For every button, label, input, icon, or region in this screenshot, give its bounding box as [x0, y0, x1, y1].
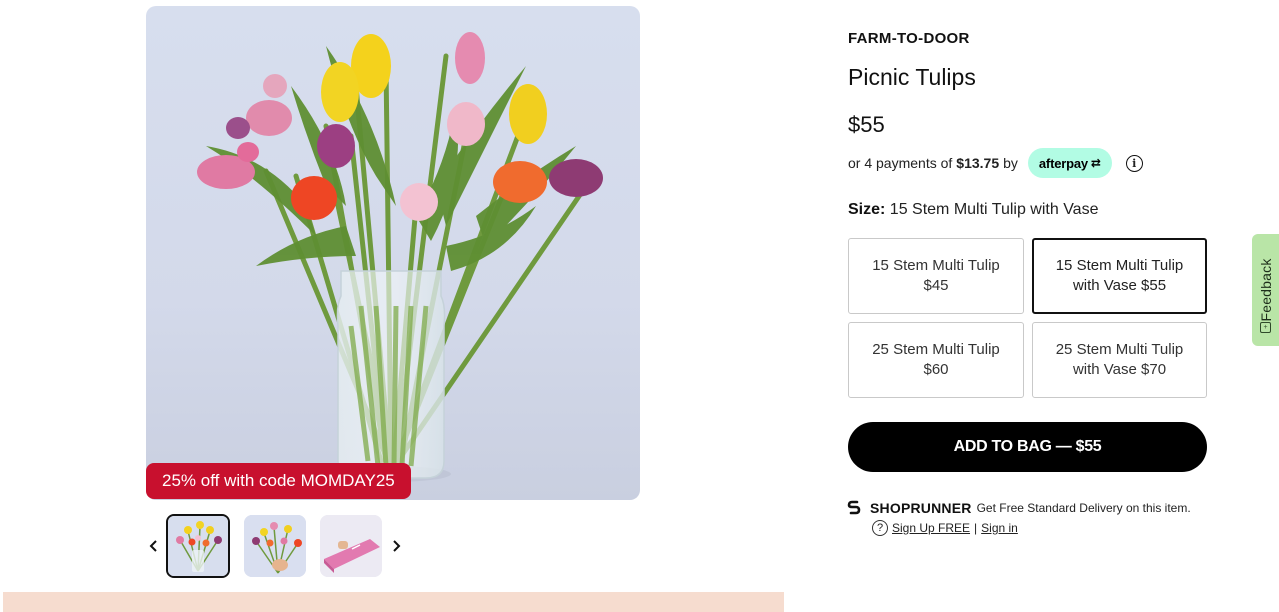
product-title: Picnic Tulips	[848, 64, 976, 90]
thumbnail-gift-box[interactable]	[320, 515, 382, 577]
shoprunner-brand: SHOPRUNNER	[870, 500, 972, 516]
chevron-right-icon	[393, 540, 401, 552]
help-icon[interactable]: ?	[872, 520, 888, 536]
afterpay-logo[interactable]: afterpay ⇄	[1027, 148, 1112, 178]
chevron-left-icon	[149, 540, 157, 552]
gift-box-thumbnail-image	[320, 515, 382, 577]
thumbnail-prev-button[interactable]	[146, 536, 162, 556]
afterpay-installments: or 4 payments of $13.75 by afterpay ⇄ i	[848, 148, 1143, 178]
shoprunner-promo: SHOPRUNNER Get Free Standard Delivery on…	[846, 498, 1191, 518]
afterpay-logo-text: afterpay	[1038, 155, 1088, 171]
size-option-25-stem-vase[interactable]: 25 Stem Multi Tulip with Vase $70	[1032, 322, 1207, 398]
size-option-label: 15 Stem Multi Tulip with Vase $55	[1055, 257, 1184, 294]
size-option-label: 25 Stem Multi Tulip with Vase $70	[1055, 341, 1184, 378]
tulip-bouquet-illustration	[197, 32, 603, 482]
thumbnail-bouquet-in-vase[interactable]	[166, 514, 230, 578]
afterpay-amount: $13.75	[956, 155, 1000, 171]
add-to-bag-button[interactable]: ADD TO BAG — $55	[848, 422, 1207, 472]
afterpay-prefix: or 4 payments of	[848, 155, 953, 171]
promo-code-badge: 25% off with code MOMDAY25	[146, 463, 411, 499]
shoprunner-signin-link[interactable]: Sign in	[981, 521, 1018, 535]
shoprunner-signup-link[interactable]: Sign Up FREE	[892, 521, 970, 535]
size-option-25-stem[interactable]: 25 Stem Multi Tulip $60	[848, 322, 1024, 398]
shoprunner-links: ? Sign Up FREE | Sign in	[872, 519, 1018, 537]
feedback-icon: +	[1260, 322, 1271, 333]
link-separator: |	[974, 521, 978, 535]
bouquet-hand-thumbnail-image	[244, 515, 306, 577]
size-option-15-stem[interactable]: 15 Stem Multi Tulip $45	[848, 238, 1024, 314]
product-brand: FARM-TO-DOOR	[848, 30, 970, 47]
size-label: Size:	[848, 201, 886, 218]
size-option-label: 25 Stem Multi Tulip $60	[872, 341, 1000, 378]
size-option-label: 15 Stem Multi Tulip $45	[872, 257, 1000, 294]
afterpay-suffix: by	[1003, 155, 1018, 171]
bottom-banner	[3, 592, 784, 612]
main-product-image[interactable]	[146, 6, 640, 500]
shoprunner-logo-icon	[847, 500, 861, 515]
feedback-tab[interactable]: Feedback +	[1252, 234, 1279, 346]
thumbnail-next-button[interactable]	[388, 536, 404, 556]
thumbnail-bouquet-in-hand[interactable]	[244, 515, 306, 577]
size-selection-summary: Size: 15 Stem Multi Tulip with Vase	[848, 201, 1098, 219]
product-price: $55	[848, 112, 885, 137]
shoprunner-tagline: Get Free Standard Delivery on this item.	[976, 501, 1191, 515]
info-icon[interactable]: i	[1125, 154, 1143, 172]
size-selected-value: 15 Stem Multi Tulip with Vase	[889, 201, 1099, 218]
bouquet-thumbnail-image	[168, 516, 228, 576]
feedback-label: Feedback	[1257, 258, 1274, 322]
size-option-15-stem-vase[interactable]: 15 Stem Multi Tulip with Vase $55	[1032, 238, 1207, 314]
afterpay-arrows-icon: ⇄	[1090, 156, 1101, 170]
